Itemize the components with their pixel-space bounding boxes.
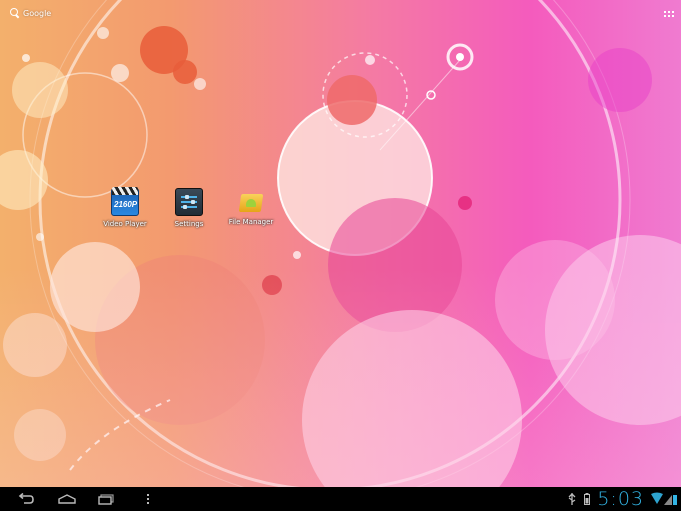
shortcut-file-manager[interactable]: File Manager — [221, 188, 281, 226]
menu-icon — [147, 494, 149, 504]
shortcut-label: Video Player — [103, 220, 147, 228]
shortcut-settings[interactable]: Settings — [159, 188, 219, 228]
recent-apps-button[interactable] — [94, 487, 118, 511]
shortcut-label: Settings — [174, 220, 204, 228]
all-apps-button[interactable] — [664, 11, 674, 21]
video-player-icon: 2160P — [111, 187, 139, 216]
recent-apps-icon — [98, 493, 114, 505]
usb-icon — [568, 493, 576, 505]
file-manager-icon — [238, 188, 264, 214]
video-player-badge: 2160P — [114, 200, 138, 209]
wallpaper — [0, 0, 681, 487]
google-search-bar[interactable]: Google — [10, 8, 51, 18]
settings-icon — [175, 188, 203, 216]
home-button[interactable] — [54, 487, 80, 511]
menu-button[interactable] — [142, 487, 154, 511]
back-button[interactable] — [14, 487, 38, 511]
back-icon — [18, 493, 34, 504]
home-icon — [58, 494, 76, 504]
shortcut-video-player[interactable]: 2160P Video Player — [95, 187, 155, 228]
battery-icon — [584, 493, 591, 505]
clock: 5:03 — [597, 488, 644, 510]
google-search-label: Google — [23, 8, 52, 18]
wallpaper-bubbles — [0, 0, 681, 487]
android-home-screen: Google 2160P Video Player Settings File … — [0, 0, 681, 511]
status-area[interactable]: 5:03 — [567, 487, 677, 511]
shortcut-label: File Manager — [228, 218, 274, 226]
system-bar: 5:03 — [0, 487, 681, 511]
search-icon — [10, 8, 20, 18]
wifi-icon — [651, 492, 677, 505]
